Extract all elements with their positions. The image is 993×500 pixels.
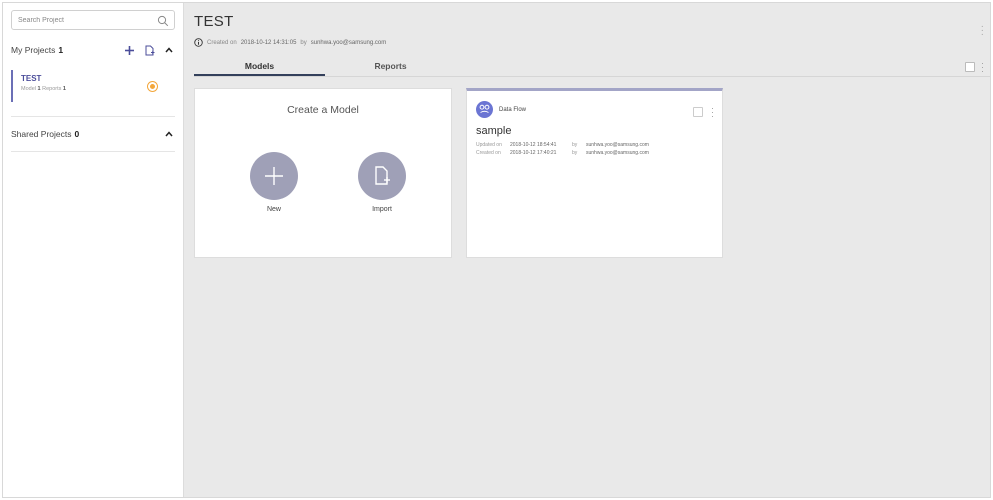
page-title: TEST: [194, 13, 234, 30]
kebab-icon[interactable]: · · ·: [711, 104, 714, 121]
created-label: Created on: [476, 150, 501, 156]
reports-count: 1: [62, 86, 66, 92]
my-projects-label: My Projects: [11, 45, 56, 55]
shared-projects-title: Shared Projects 0: [11, 129, 163, 139]
model-meta: Updated on 2018-10-12 18:54:41 by sunhwa…: [476, 141, 712, 157]
created-info: Created on 2018-10-12 14:31:05 by sunhwa…: [194, 38, 990, 47]
dataflow-icon: [476, 101, 493, 118]
my-projects-title: My Projects 1: [11, 45, 123, 55]
plus-icon[interactable]: [123, 44, 135, 56]
reports-label: Reports: [42, 86, 62, 92]
model-checkbox[interactable]: [693, 107, 703, 117]
models-label: Model: [21, 86, 36, 92]
main-panel: TEST Created on 2018-10-12 14:31:05 by s…: [184, 3, 990, 497]
my-projects-count: 1: [58, 45, 64, 55]
chevron-up-icon[interactable]: [163, 44, 175, 56]
models-count: 1: [37, 86, 41, 92]
project-item-test[interactable]: TEST Model 1 Reports 1: [11, 70, 175, 102]
shared-projects-label: Shared Projects: [11, 129, 72, 139]
by-label: by: [572, 150, 578, 156]
by-label: by: [572, 142, 578, 148]
tab-bar: Models Reports · · ·: [194, 57, 990, 77]
new-icon: [250, 152, 298, 200]
select-all-checkbox[interactable]: [965, 62, 975, 72]
shared-projects-header: Shared Projects 0: [11, 125, 175, 143]
sidebar: My Projects1 TEST Model 1 Reports 1 Shar…: [3, 3, 184, 497]
updated-label: Updated on: [476, 142, 502, 148]
app-window: My Projects1 TEST Model 1 Reports 1 Shar…: [2, 2, 991, 498]
cards-container: Create a Model New Import Data Flow · · …: [184, 77, 990, 258]
updated-date: 2018-10-12 18:54:41: [510, 142, 557, 148]
new-model-button[interactable]: New: [250, 152, 298, 213]
search-box: [11, 10, 175, 30]
created-label: Created on: [207, 39, 237, 46]
created-by: sunhwa.yoo@samsung.com: [586, 150, 649, 156]
import-label: Import: [372, 206, 392, 213]
info-icon: [194, 38, 203, 47]
model-title: sample: [476, 125, 512, 137]
tab-models[interactable]: Models: [194, 57, 325, 76]
by-label: by: [300, 39, 307, 46]
status-dot: [148, 82, 157, 91]
divider: [11, 116, 175, 117]
search-input[interactable]: [18, 16, 158, 24]
created-date: 2018-10-12 14:31:05: [240, 39, 297, 46]
create-model-card: Create a Model New Import: [194, 88, 452, 258]
import-model-button[interactable]: Import: [358, 152, 406, 213]
new-label: New: [266, 206, 281, 213]
divider: [11, 151, 175, 152]
tab-reports[interactable]: Reports: [325, 57, 456, 76]
model-type: Data Flow: [499, 106, 527, 113]
created-date: 2018-10-12 17:40:21: [510, 150, 557, 156]
kebab-icon[interactable]: · · ·: [981, 22, 984, 40]
create-model-title: Create a Model: [287, 104, 359, 116]
my-projects-header: My Projects 1: [11, 41, 175, 59]
updated-by: sunhwa.yoo@samsung.com: [586, 142, 649, 148]
file-import-icon: [358, 152, 406, 200]
shared-projects-count: 0: [74, 129, 80, 139]
chevron-up-icon[interactable]: [163, 128, 175, 140]
search-icon[interactable]: [157, 14, 169, 27]
kebab-icon[interactable]: · · ·: [981, 59, 984, 76]
created-by: sunhwa.yoo@samsung.com: [310, 39, 387, 46]
import-icon[interactable]: [143, 44, 155, 56]
model-card[interactable]: Data Flow · · · sample Updated on 2018-10-…: [466, 88, 723, 258]
